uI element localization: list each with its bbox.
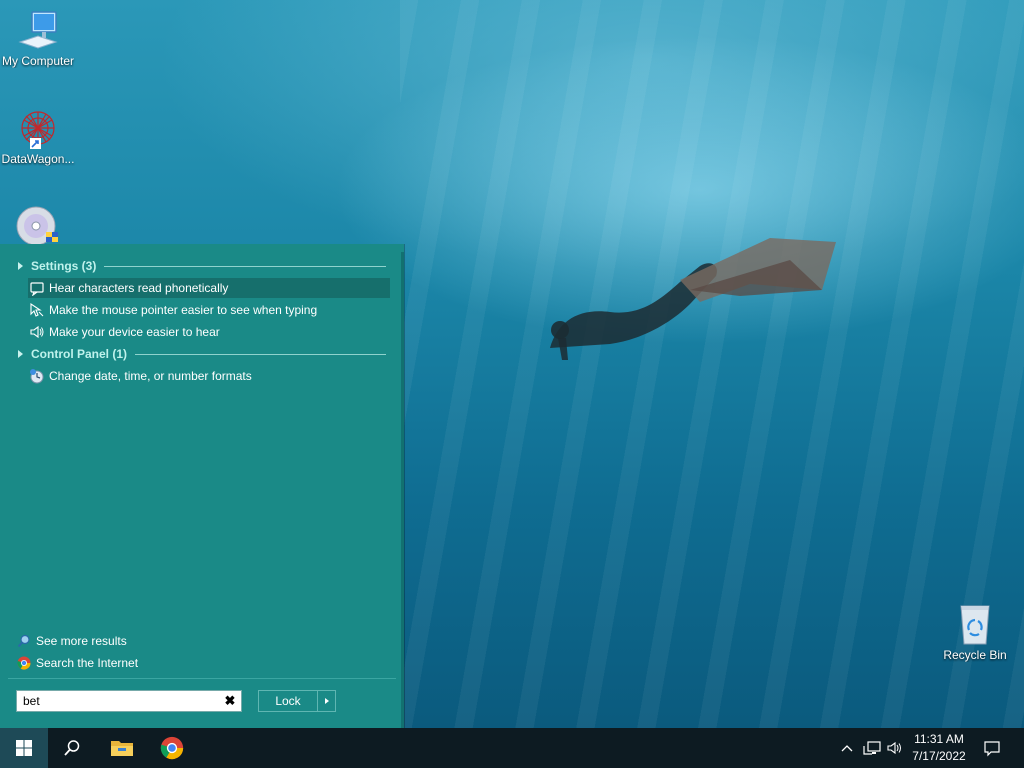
datawagon-icon [21, 111, 55, 149]
start-menu-divider [8, 678, 396, 679]
desktop-icon-label: My Computer [1, 54, 75, 68]
taskbar-chrome-button[interactable] [148, 728, 196, 768]
start-search-box: ✖ [16, 690, 242, 712]
chevron-right-icon [324, 698, 329, 704]
result-hear-characters-phonetically[interactable]: Hear characters read phonetically [28, 278, 390, 298]
windows-logo-icon [16, 740, 32, 756]
notification-icon [984, 741, 1000, 757]
group-rule [104, 265, 386, 267]
result-device-easier-to-hear[interactable]: Make your device easier to hear [28, 322, 390, 342]
desktop-icon-datawagon[interactable]: DataWagon... [0, 106, 76, 166]
network-icon [863, 741, 881, 755]
expand-arrow-icon [18, 262, 23, 270]
start-search-input[interactable] [21, 691, 221, 711]
wallpaper-diver [550, 238, 836, 360]
taskbar-file-explorer-button[interactable] [98, 728, 146, 768]
search-icon [16, 633, 32, 649]
start-button[interactable] [0, 728, 48, 768]
result-mouse-pointer-typing[interactable]: Make the mouse pointer easier to see whe… [28, 300, 390, 320]
group-title: Control Panel (1) [31, 347, 128, 361]
power-options-button[interactable] [318, 698, 335, 704]
recycle-bin-icon [960, 605, 990, 645]
speaker-icon [887, 741, 901, 755]
expand-arrow-icon [18, 350, 23, 358]
speaker-icon [28, 323, 46, 341]
result-label: Make the mouse pointer easier to see whe… [49, 303, 318, 317]
taskbar-search-button[interactable] [48, 728, 96, 768]
clock-date: 7/17/2022 [912, 749, 966, 763]
computer-icon [18, 11, 58, 49]
clock-time: 11:31 AM [914, 732, 964, 746]
lock-button[interactable]: Lock [259, 694, 317, 708]
result-change-date-time-formats[interactable]: Change date, time, or number formats [28, 366, 390, 386]
file-explorer-icon [111, 741, 133, 756]
chrome-icon [16, 655, 32, 671]
result-label: Make your device easier to hear [49, 325, 220, 339]
start-menu-edge [401, 252, 404, 728]
search-icon [64, 740, 80, 756]
see-more-results-link[interactable]: See more results [16, 631, 127, 651]
region-clock-icon [28, 367, 46, 385]
action-center-button[interactable] [978, 728, 1006, 768]
search-the-internet-label: Search the Internet [36, 656, 139, 670]
search-the-internet-link[interactable]: Search the Internet [16, 653, 138, 673]
taskbar-clock[interactable]: 11:31 AM 7/17/2022 [904, 731, 974, 765]
chrome-icon [160, 736, 184, 760]
desktop-icon-disc[interactable] [0, 206, 76, 248]
group-header-control-panel[interactable]: Control Panel (1) [18, 344, 386, 364]
show-hidden-icons-button[interactable] [836, 728, 858, 768]
result-label: Change date, time, or number formats [49, 369, 252, 383]
desktop-icon-my-computer[interactable]: My Computer [0, 8, 76, 68]
volume-tray-button[interactable] [884, 728, 906, 768]
group-title: Settings (3) [31, 259, 97, 273]
start-menu: Settings (3) Hear characters read phonet… [0, 244, 404, 728]
network-tray-button[interactable] [860, 728, 884, 768]
mouse-pointer-icon [28, 301, 46, 319]
narrator-icon [28, 279, 46, 297]
see-more-results-label: See more results [36, 634, 127, 648]
result-label: Hear characters read phonetically [49, 281, 229, 295]
group-rule [135, 353, 386, 355]
clear-search-icon[interactable]: ✖ [221, 693, 239, 709]
group-header-settings[interactable]: Settings (3) [18, 256, 386, 276]
desktop-icon-label: DataWagon... [1, 152, 75, 166]
lock-split-button: Lock [258, 690, 336, 712]
taskbar: 11:31 AM 7/17/2022 [0, 728, 1024, 768]
chevron-up-icon [841, 745, 853, 752]
disc-setup-icon [16, 206, 58, 246]
desktop-icon-recycle-bin[interactable]: Recycle Bin [937, 602, 1013, 662]
desktop-icon-label: Recycle Bin [943, 648, 1007, 662]
